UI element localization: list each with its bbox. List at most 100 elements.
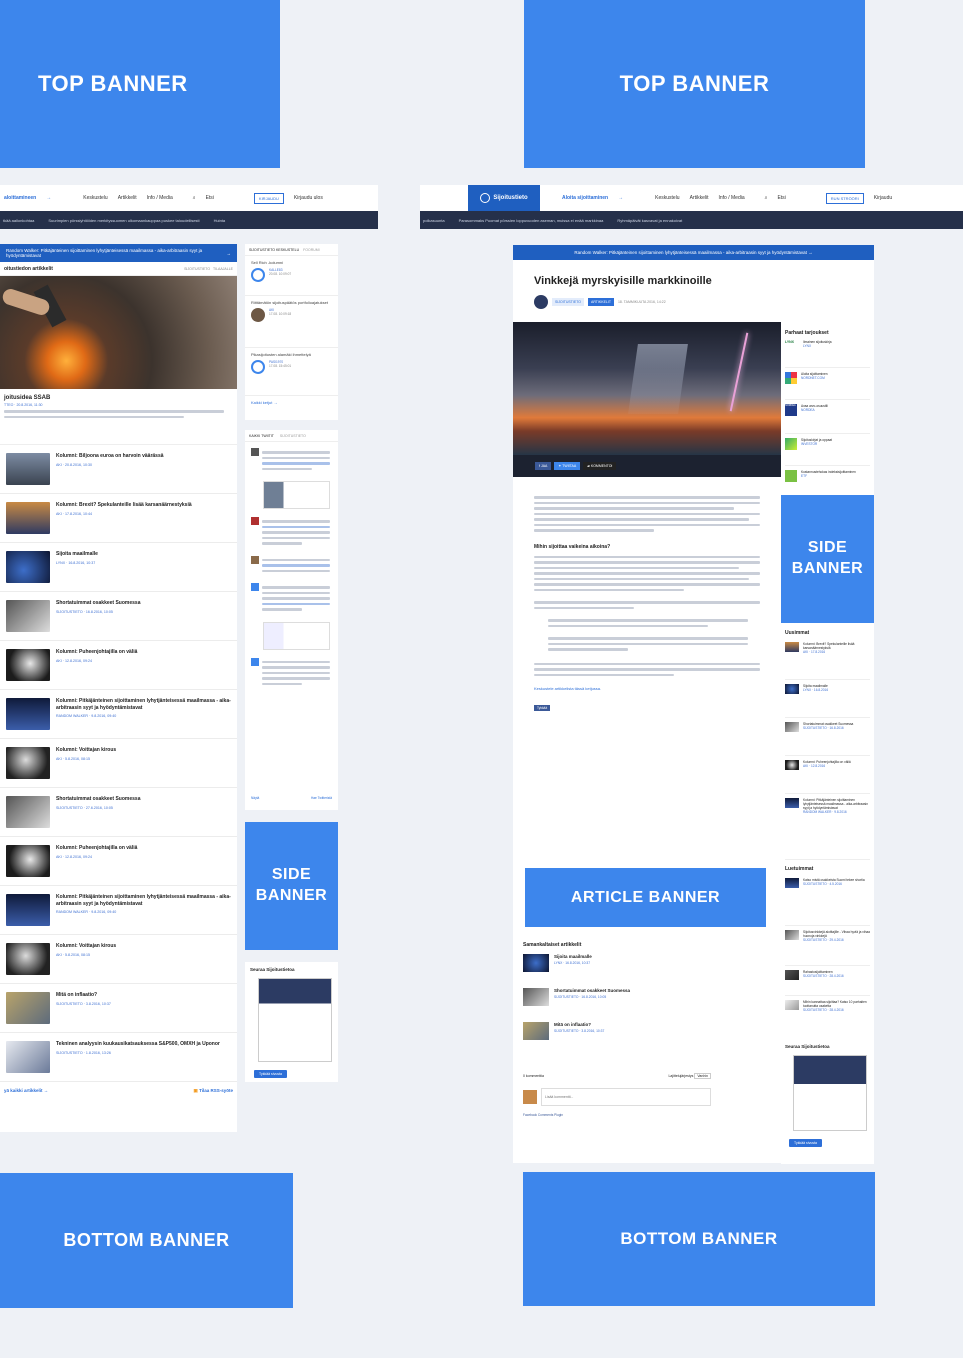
tag-artikkelit[interactable]: ARTIKKELIT xyxy=(588,298,614,306)
discussion-title[interactable]: Riittämätön sijoituspäätös portfolioajat… xyxy=(251,300,332,305)
list-item[interactable]: Pikasijoitusten alamäki ihmettelyä PASI1… xyxy=(245,348,338,396)
facebook-widget[interactable] xyxy=(793,1055,867,1131)
article-title[interactable]: Kolumni: Voittajan kirous xyxy=(56,747,116,754)
list-item[interactable]: Sijoita maailmalle LYNX · 16.8.2016 xyxy=(785,680,870,718)
article-title[interactable]: Sijoita maailmalle xyxy=(56,551,98,558)
twitter-search-link[interactable]: Hae Twitteristä xyxy=(311,796,332,800)
nav-search-label[interactable]: Etsi xyxy=(206,195,214,201)
list-item[interactable]: Kolumni: Brexit? Spekulanteille lisää ka… xyxy=(785,642,870,680)
all-articles-link[interactable]: yä kaikki artikkelit → xyxy=(4,1088,48,1094)
offer-item[interactable]: LYNX Ilmainen sijoituskirja LYNX xyxy=(785,340,870,368)
offer-item[interactable]: Aloita sijoittaminen NORDNET.COM xyxy=(785,368,870,400)
list-item[interactable]: Tekninen analyysin kuukausikatsauksessa … xyxy=(0,1033,237,1082)
related-article-title[interactable]: Mitä on inflaatio? xyxy=(554,1022,604,1027)
facebook-widget[interactable] xyxy=(258,978,332,1062)
featured-column-strip[interactable]: Random Walker: Pitkäjänteinen sijoittami… xyxy=(0,244,237,262)
list-item[interactable]: Shortatuimmat osakkeet Suomessa SIJOITUST… xyxy=(0,788,237,837)
subscribe-button[interactable]: RUN STRÖÖRI xyxy=(825,192,864,204)
featured-column-strip[interactable]: Random Walker: Pitkäjänteinen sijoittami… xyxy=(513,245,874,260)
nav-item-keskustelu[interactable]: Keskustelu xyxy=(655,195,679,201)
list-item[interactable]: Sijoitusvinkkejä aloittajille - Vihaa hy… xyxy=(785,926,870,966)
subscribe-button[interactable]: KIRJAUDU xyxy=(253,192,284,204)
list-item[interactable]: Katso mistä osakkeista Suomi tekee short… xyxy=(785,878,870,926)
article-title[interactable]: Kolumni: Voittajan kirous xyxy=(56,943,116,950)
bottom-banner-right[interactable]: BOTTOM BANNER xyxy=(523,1172,875,1306)
nav-item-artikkelit[interactable]: Artikkelit xyxy=(690,195,709,201)
list-item[interactable]: Sell Rich -kolumni KALLE83 20.08. 10:09:0… xyxy=(245,256,338,296)
list-item[interactable]: Riittämätön sijoituspäätös portfolioajat… xyxy=(245,296,338,348)
nav-cta-link[interactable]: aloittamineen xyxy=(4,195,36,201)
tab-own-tweets[interactable]: SIJOITUSTIETO xyxy=(280,434,306,438)
nav-item-info[interactable]: Info / Media xyxy=(147,195,173,201)
list-item[interactable]: Kolumni: Puheenjohtajilla on väliä AKI · … xyxy=(0,837,237,886)
discussion-thread-link[interactable]: Keskustele artikkelista tässä ketjussa. xyxy=(534,686,760,691)
share-twitter-button[interactable]: ✦ TWIITAA xyxy=(554,462,581,470)
article-title[interactable]: Kolumni: Biljoona euroa on harvoin väärä… xyxy=(56,453,164,460)
ticker-item[interactable]: Suurimpien pörssiyhtiöiden merkityssuome… xyxy=(48,218,199,223)
search-icon[interactable]: ⌕ xyxy=(193,195,196,201)
article-title[interactable]: Kolumni: Brexit? Spekulanteille lisää ka… xyxy=(56,502,192,509)
share-comment-button[interactable]: ▰ KOMMENTOI xyxy=(583,462,617,470)
site-logo[interactable]: Sijoitustieto xyxy=(468,185,540,211)
ticker-item[interactable]: Ryhmäpäivät kasvavat ja ennakoivat xyxy=(617,218,682,223)
nav-item-info[interactable]: Info / Media xyxy=(719,195,745,201)
article-title[interactable]: Kolumni: Puheenjohtajilla on väliä xyxy=(56,649,137,656)
side-banner-left[interactable]: SIDE BANNER xyxy=(245,822,338,950)
discussion-title[interactable]: Pikasijoitusten alamäki ihmettelyä xyxy=(251,352,332,357)
sort-select[interactable]: Vanhin xyxy=(694,1073,711,1079)
tab-all-tweets[interactable]: KAIKKI TWIITIT xyxy=(249,434,274,438)
article-title[interactable]: Kolumni: Puheenjohtajilla on väliä xyxy=(56,845,137,852)
list-item[interactable]: Kolumni: Voittajan kirous AKI · 5.8.2016,… xyxy=(0,739,237,788)
offer-item[interactable]: Kustannustehokas indeksisijoittaminen ETF xyxy=(785,466,870,496)
list-item[interactable]: Kolumni: Puheenjohtajilla on väliä AKI · … xyxy=(0,641,237,690)
list-item[interactable]: Kolumni: Pitkäjänteinen sijoittaminen ly… xyxy=(0,886,237,935)
list-item[interactable]: Kolumni: Puheenjohtajilla on väliä AKI · … xyxy=(785,756,870,794)
nav-item-keskustelu[interactable]: Keskustelu xyxy=(83,195,107,201)
offer-item[interactable]: NORDEA Avaa arvo-osuustili NORDEA xyxy=(785,400,870,434)
search-icon[interactable]: ⌕ xyxy=(765,195,768,201)
list-item[interactable]: Sijoita maailmalle LYNX · 16.8.2016, 10:3… xyxy=(523,954,773,988)
list-item[interactable]: Kolumni: Brexit? Spekulanteille lisää ka… xyxy=(0,494,237,543)
article-like-button[interactable]: Tykkää xyxy=(534,705,551,711)
feature-title[interactable]: joitusidea SSAB xyxy=(4,395,233,401)
list-item[interactable]: Sijoita maailmalle LYNX · 16.8.2016, 10:3… xyxy=(0,543,237,592)
tab-keskustelu[interactable]: SIJOITUSTIETO KESKUSTELU xyxy=(249,248,299,252)
related-article-title[interactable]: Sijoita maailmalle xyxy=(554,954,592,959)
facebook-like-button[interactable]: Tykkää sivusta xyxy=(789,1139,822,1147)
ticker-item[interactable]: Parasommaks Puomat pörssien loppuvuoden … xyxy=(459,218,604,223)
article-title[interactable]: Shortatuimmat osakkeet Suomessa xyxy=(56,796,140,803)
ticker-item[interactable]: polkasuunta xyxy=(423,218,445,223)
list-item[interactable]: Kolumni: Voittajan kirous AKI · 5.8.2016,… xyxy=(0,935,237,984)
top-banner-left[interactable]: TOP BANNER xyxy=(0,0,280,168)
login-link[interactable]: Kirjaudu xyxy=(874,195,892,201)
article-title[interactable]: Kolumni: Pitkäjänteinen sijoittaminen ly… xyxy=(56,698,231,711)
nav-cta-link[interactable]: Aloita sijoittaminen xyxy=(562,195,608,201)
share-facebook-button[interactable]: f JAA xyxy=(535,462,552,470)
tab-tilaajalle[interactable]: TILAAJALLE xyxy=(213,267,233,271)
bottom-banner-left[interactable]: BOTTOM BANNER xyxy=(0,1173,293,1308)
list-item[interactable]: Kolumni: Biljoona euroa on harvoin väärä… xyxy=(0,445,237,494)
top-banner-right[interactable]: TOP BANNER xyxy=(524,0,865,168)
list-item[interactable]: Mitä on inflaatio? SIJOITUSTIETO · 3.8.20… xyxy=(0,984,237,1033)
nav-item-artikkelit[interactable]: Artikkelit xyxy=(118,195,137,201)
list-item[interactable]: Mihin kannattaa sijoittaa? Katso 10 parh… xyxy=(785,996,870,1040)
all-discussions-link[interactable]: Kaikki ketjut → xyxy=(245,396,338,409)
comment-input[interactable] xyxy=(541,1088,711,1106)
tab-sijoitustieto[interactable]: SIJOITUSTIETO xyxy=(184,267,210,271)
article-title[interactable]: Tekninen analyysin kuukausikatsauksessa … xyxy=(56,1041,220,1048)
article-title[interactable]: Kolumni: Pitkäjänteinen sijoittaminen ly… xyxy=(56,894,231,907)
article-title[interactable]: Mitä on inflaatio? xyxy=(56,992,111,999)
tag-sijoitustieto[interactable]: SIJOITUSTIETO xyxy=(552,298,584,306)
feature-image-hammer[interactable] xyxy=(0,276,237,389)
list-item[interactable]: Shortatuimmat osakkeet Suomessa SIJOITUST… xyxy=(0,592,237,641)
list-item[interactable]: Kolumni: Pitkäjänteinen sijoittaminen ly… xyxy=(785,794,870,860)
list-item[interactable]: Mitä on inflaatio? SIJOITUSTIETO · 3.8.20… xyxy=(523,1022,773,1056)
article-banner[interactable]: ARTICLE BANNER xyxy=(525,868,766,927)
article-title[interactable]: Shortatuimmat osakkeet Suomessa xyxy=(56,600,140,607)
facebook-like-button[interactable]: Tykkää sivusta xyxy=(254,1070,287,1078)
tab-foorumi[interactable]: FOORUMI xyxy=(303,248,320,252)
offer-item[interactable]: Sijoituskirjat ja oppaat INVESTOR xyxy=(785,434,870,466)
side-banner-right[interactable]: SIDE BANNER xyxy=(781,495,874,623)
list-item[interactable]: Rahastosijoittaminen SIJOITUSTIETO · 28.4… xyxy=(785,966,870,996)
nav-search-label[interactable]: Etsi xyxy=(777,195,785,201)
